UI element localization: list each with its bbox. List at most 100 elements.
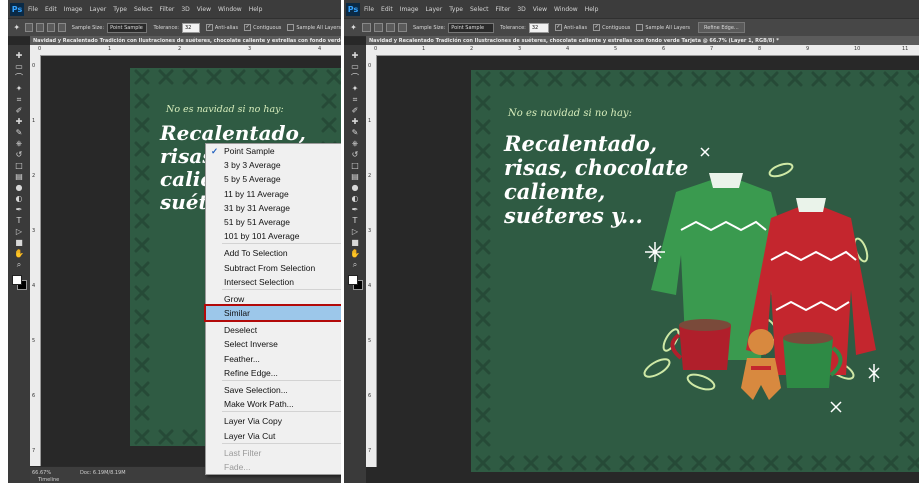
new-selection-icon[interactable] — [362, 23, 371, 32]
marquee-icon[interactable]: ▭ — [347, 62, 363, 72]
gradient-icon[interactable]: ▤ — [347, 172, 363, 182]
menu-edit[interactable]: Edit — [381, 6, 393, 13]
menu-item-deselect[interactable]: Deselect — [206, 323, 341, 337]
menu-item-3-by-3-average[interactable]: 3 by 3 Average — [206, 158, 341, 172]
brush-icon[interactable]: ✎ — [347, 128, 363, 138]
tolerance-input[interactable]: 32 — [181, 22, 200, 33]
menu-window[interactable]: Window — [218, 6, 242, 13]
eyedropper-icon[interactable]: ✐ — [347, 106, 363, 116]
menu-item-add-to-selection[interactable]: Add To Selection — [206, 246, 341, 260]
path-select-icon[interactable]: ▷ — [347, 227, 363, 237]
doc-size[interactable]: Doc: 6.19M/8.19M — [80, 470, 126, 476]
add-selection-icon[interactable] — [374, 23, 383, 32]
type-icon[interactable]: T — [11, 216, 27, 226]
crop-icon[interactable]: ⌗ — [347, 95, 363, 105]
eraser-icon[interactable]: □ — [347, 161, 363, 171]
menu-type[interactable]: Type — [113, 6, 127, 13]
menu-item-save-selection[interactable]: Save Selection... — [206, 383, 341, 397]
menu-3d[interactable]: 3D — [181, 6, 189, 13]
healing-icon[interactable]: ✚ — [11, 117, 27, 127]
crop-icon[interactable]: ⌗ — [11, 95, 27, 105]
intersect-selection-icon[interactable] — [57, 23, 66, 32]
menu-filter[interactable]: Filter — [160, 6, 175, 13]
menu-layer[interactable]: Layer — [425, 6, 442, 13]
history-brush-icon[interactable]: ↺ — [11, 150, 27, 160]
magic-wand-icon[interactable]: ✦ — [347, 84, 363, 94]
sample-all-layers-checkbox[interactable]: Sample All Layers — [636, 24, 690, 31]
shape-icon[interactable]: ■ — [11, 238, 27, 248]
blur-icon[interactable]: ● — [347, 183, 363, 193]
menu-file[interactable]: File — [28, 6, 38, 13]
eraser-icon[interactable]: □ — [11, 161, 27, 171]
card-canvas[interactable]: No es navidad si no hay: Recalentado, ri… — [471, 70, 919, 472]
sample-size-select[interactable]: Point Sample — [448, 22, 495, 33]
menu-image[interactable]: Image — [64, 6, 83, 13]
menu-item-51-by-51-average[interactable]: 51 by 51 Average — [206, 215, 341, 229]
document-tab[interactable]: Navidad y Recalentado Tradición con Ilus… — [30, 36, 341, 45]
menu-item-make-work-path[interactable]: Make Work Path... — [206, 397, 341, 411]
menu-item-feather[interactable]: Feather... — [206, 352, 341, 366]
marquee-icon[interactable]: ▭ — [11, 62, 27, 72]
menu-item-grow[interactable]: Grow — [206, 292, 341, 306]
menu-3d[interactable]: 3D — [517, 6, 525, 13]
brush-icon[interactable]: ✎ — [11, 128, 27, 138]
sample-size-select[interactable]: Point Sample — [107, 22, 148, 33]
menu-item-point-sample[interactable]: Point Sample — [206, 144, 341, 158]
history-brush-icon[interactable]: ↺ — [347, 150, 363, 160]
menu-item-5-by-5-average[interactable]: 5 by 5 Average — [206, 172, 341, 186]
timeline-label[interactable]: Timeline — [38, 477, 59, 483]
dodge-icon[interactable]: ◐ — [347, 194, 363, 204]
menu-help[interactable]: Help — [585, 6, 599, 13]
menu-edit[interactable]: Edit — [45, 6, 57, 13]
menu-item-similar[interactable]: Similar — [204, 304, 341, 323]
eyedropper-icon[interactable]: ✐ — [11, 106, 27, 116]
pen-icon[interactable]: ✒ — [11, 205, 27, 215]
contiguous-checkbox[interactable]: ✓ Contiguous — [593, 24, 630, 31]
lasso-icon[interactable]: ⌒ — [11, 73, 27, 83]
magic-wand-tool-icon[interactable]: ✦ — [12, 22, 22, 33]
stamp-icon[interactable]: ⎈ — [347, 139, 363, 149]
magic-wand-icon[interactable]: ✦ — [11, 84, 27, 94]
shape-icon[interactable]: ■ — [347, 238, 363, 248]
menu-select[interactable]: Select — [134, 6, 153, 13]
menu-item-layer-via-copy[interactable]: Layer Via Copy — [206, 414, 341, 428]
add-selection-icon[interactable] — [35, 23, 44, 32]
menu-item-101-by-101-average[interactable]: 101 by 101 Average — [206, 229, 341, 243]
subtract-selection-icon[interactable] — [46, 23, 55, 32]
foreground-color-swatch[interactable] — [348, 275, 358, 285]
menu-item-intersect-selection[interactable]: Intersect Selection — [206, 275, 341, 289]
zoom-icon[interactable]: ⌕ — [347, 260, 363, 270]
stamp-icon[interactable]: ⎈ — [11, 139, 27, 149]
antialias-checkbox[interactable]: ✓ Anti-alias — [554, 24, 587, 31]
refine-edge-button[interactable]: Refine Edge... — [698, 22, 745, 33]
menu-item-refine-edge[interactable]: Refine Edge... — [206, 366, 341, 380]
healing-icon[interactable]: ✚ — [347, 117, 363, 127]
foreground-color-swatch[interactable] — [12, 275, 22, 285]
path-select-icon[interactable]: ▷ — [11, 227, 27, 237]
type-icon[interactable]: T — [347, 216, 363, 226]
menu-image[interactable]: Image — [400, 6, 419, 13]
sample-all-layers-checkbox[interactable]: Sample All Layers — [287, 24, 341, 31]
move-icon[interactable]: ✚ — [11, 51, 27, 61]
menu-help[interactable]: Help — [249, 6, 263, 13]
document-tab[interactable]: Navidad y Recalentado Tradición con Ilus… — [366, 36, 919, 45]
tolerance-input[interactable]: 32 — [528, 22, 549, 33]
zoom-level[interactable]: 66.67% — [32, 470, 51, 476]
gradient-icon[interactable]: ▤ — [11, 172, 27, 182]
hand-icon[interactable]: ✋ — [11, 249, 27, 259]
pen-icon[interactable]: ✒ — [347, 205, 363, 215]
menu-type[interactable]: Type — [449, 6, 463, 13]
menu-view[interactable]: View — [533, 6, 547, 13]
menu-item-select-inverse[interactable]: Select Inverse — [206, 337, 341, 351]
hand-icon[interactable]: ✋ — [347, 249, 363, 259]
menu-item-layer-via-cut[interactable]: Layer Via Cut — [206, 429, 341, 443]
menu-select[interactable]: Select — [470, 6, 489, 13]
magic-wand-tool-icon[interactable]: ✦ — [348, 22, 359, 33]
antialias-checkbox[interactable]: ✓ Anti-alias — [205, 24, 238, 31]
zoom-icon[interactable]: ⌕ — [11, 260, 27, 270]
menu-item-11-by-11-average[interactable]: 11 by 11 Average — [206, 187, 341, 201]
subtract-selection-icon[interactable] — [386, 23, 395, 32]
menu-view[interactable]: View — [197, 6, 211, 13]
move-icon[interactable]: ✚ — [347, 51, 363, 61]
new-selection-icon[interactable] — [24, 23, 33, 32]
